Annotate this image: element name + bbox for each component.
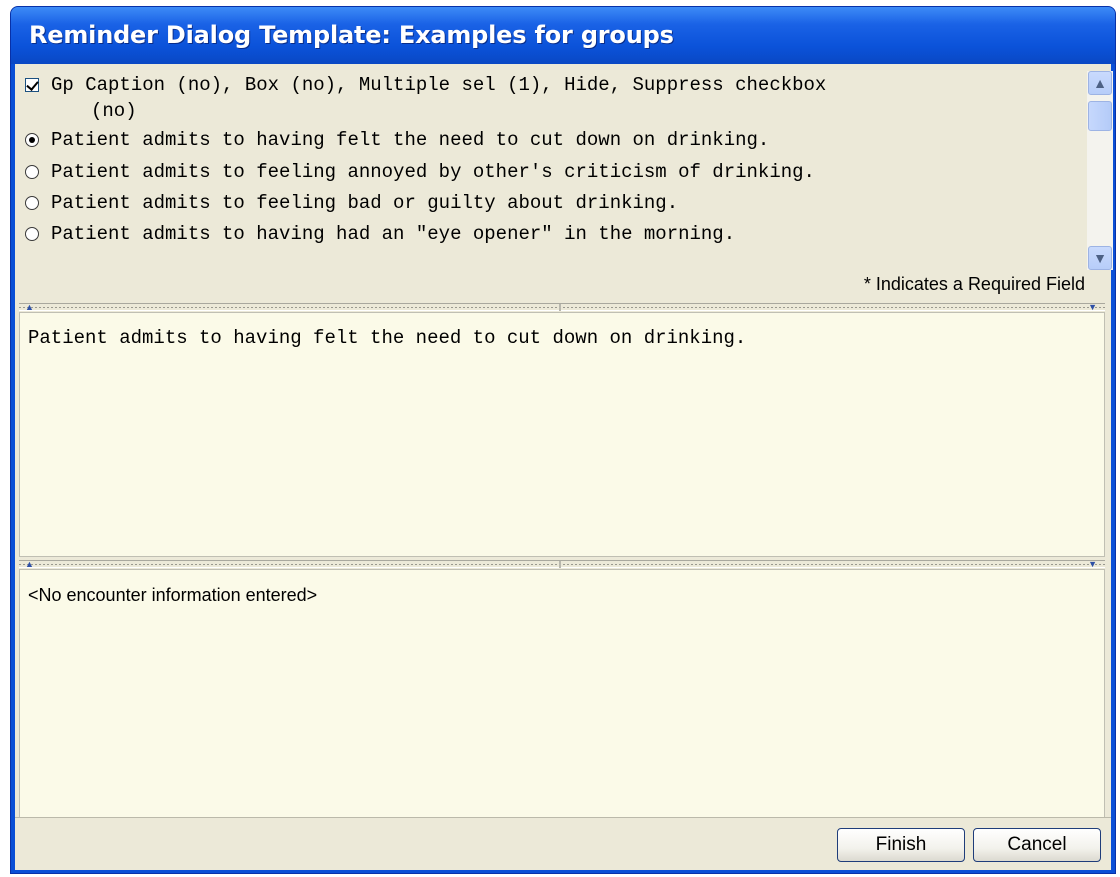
option-radio[interactable] xyxy=(25,165,39,179)
window-title: Reminder Dialog Template: Examples for g… xyxy=(29,21,674,49)
reminder-dialog-window: Reminder Dialog Template: Examples for g… xyxy=(10,6,1116,874)
option-label[interactable]: Patient admits to feeling bad or guilty … xyxy=(51,192,678,214)
group-header-checkbox[interactable] xyxy=(25,78,39,92)
option-label[interactable]: Patient admits to feeling annoyed by oth… xyxy=(51,161,815,183)
title-bar[interactable]: Reminder Dialog Template: Examples for g… xyxy=(11,7,1115,64)
group-panel-vertical-scrollbar[interactable]: ▲ ▼ xyxy=(1087,71,1113,270)
group-header-label: Gp Caption (no), Box (no), Multiple sel … xyxy=(51,74,827,96)
finish-button[interactable]: Finish xyxy=(837,828,965,862)
option-label[interactable]: Patient admits to having felt the need t… xyxy=(51,129,769,151)
splitter-divider xyxy=(559,561,561,568)
group-header-label-continued: (no) xyxy=(91,97,137,125)
splitter-down-arrow-icon[interactable]: ▼ xyxy=(1088,560,1097,569)
option-row[interactable]: Patient admits to feeling bad or guilty … xyxy=(25,189,678,217)
group-header-checkbox-row[interactable]: Gp Caption (no), Box (no), Multiple sel … xyxy=(25,71,826,99)
splitter-down-arrow-icon[interactable]: ▼ xyxy=(1088,303,1097,312)
option-label[interactable]: Patient admits to having had an "eye ope… xyxy=(51,223,735,245)
scroll-up-arrow-icon[interactable]: ▲ xyxy=(1088,71,1112,95)
splitter-up-arrow-icon[interactable]: ▲ xyxy=(25,303,34,312)
dialog-client-area: Gp Caption (no), Box (no), Multiple sel … xyxy=(15,64,1113,870)
splitter-divider xyxy=(559,304,561,311)
splitter-up-arrow-icon[interactable]: ▲ xyxy=(25,560,34,569)
group-options-panel: Gp Caption (no), Box (no), Multiple sel … xyxy=(19,67,1113,299)
cancel-button[interactable]: Cancel xyxy=(973,828,1101,862)
dialog-button-bar: Finish Cancel xyxy=(15,817,1111,870)
panel-splitter-top[interactable]: ▲ ▼ xyxy=(19,303,1105,312)
group-header-label-line2: (no) xyxy=(91,100,137,122)
option-row[interactable]: Patient admits to having felt the need t… xyxy=(25,126,769,154)
progress-note-preview-panel[interactable]: Patient admits to having felt the need t… xyxy=(19,312,1105,557)
option-row[interactable]: Patient admits to having had an "eye ope… xyxy=(25,220,735,248)
option-radio[interactable] xyxy=(25,227,39,241)
option-row[interactable]: Patient admits to feeling annoyed by oth… xyxy=(25,158,815,186)
scroll-down-arrow-icon[interactable]: ▼ xyxy=(1088,246,1112,270)
panel-splitter-bottom[interactable]: ▲ ▼ xyxy=(19,560,1105,569)
required-field-note: * Indicates a Required Field xyxy=(863,274,1085,294)
scroll-thumb[interactable] xyxy=(1088,101,1112,131)
encounter-info-panel[interactable]: <No encounter information entered> xyxy=(19,569,1105,824)
option-radio[interactable] xyxy=(25,196,39,210)
encounter-info-text: <No encounter information entered> xyxy=(28,585,318,605)
option-radio-selected[interactable] xyxy=(25,133,39,147)
progress-note-preview-text: Patient admits to having felt the need t… xyxy=(28,327,747,349)
